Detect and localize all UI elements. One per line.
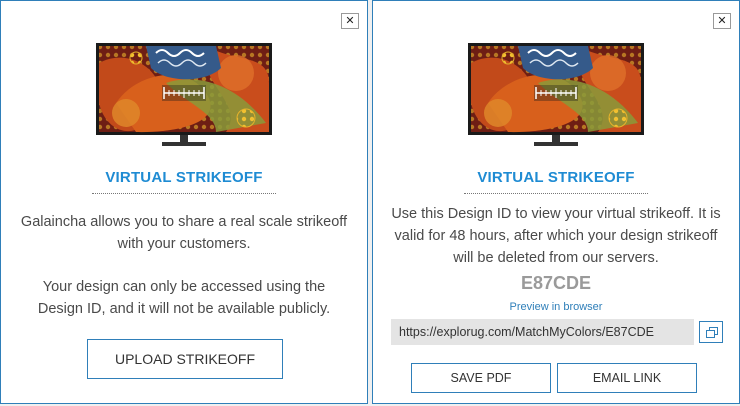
title-divider (464, 193, 648, 194)
tv-with-ruler-icon (468, 43, 644, 147)
email-link-button[interactable]: EMAIL LINK (557, 363, 697, 393)
copy-url-button[interactable] (699, 321, 723, 343)
dialog-title: VIRTUAL STRIKEOFF (477, 169, 635, 186)
design-id-instructions: Use this Design ID to view your virtual … (391, 206, 721, 266)
upload-strikeoff-dialog: ✕ VIRTUAL STRIKEOFF Galaincha allows you… (0, 0, 368, 404)
close-icon: ✕ (717, 14, 727, 27)
close-button[interactable]: ✕ (341, 13, 359, 29)
close-icon: ✕ (345, 14, 355, 27)
share-url-field[interactable]: https://explorug.com/MatchMyColors/E87CD… (391, 319, 694, 345)
upload-strikeoff-button[interactable]: UPLOAD STRIKEOFF (87, 339, 283, 379)
save-pdf-button[interactable]: SAVE PDF (411, 363, 551, 393)
close-button[interactable]: ✕ (713, 13, 731, 29)
privacy-paragraph: Your design can only be accessed using t… (37, 279, 331, 317)
strikeoff-result-dialog: ✕ VIRTUAL STRIKEOFF Use this Design ID t… (372, 0, 740, 404)
design-id-value: E87CDE (520, 273, 592, 293)
preview-in-browser-link[interactable]: Preview in browser (373, 301, 739, 313)
copy-icon (706, 327, 718, 338)
tv-with-ruler-icon (96, 43, 272, 147)
dialog-title: VIRTUAL STRIKEOFF (105, 169, 263, 186)
title-divider (92, 193, 276, 194)
description-paragraph: Galaincha allows you to share a real sca… (20, 214, 348, 252)
